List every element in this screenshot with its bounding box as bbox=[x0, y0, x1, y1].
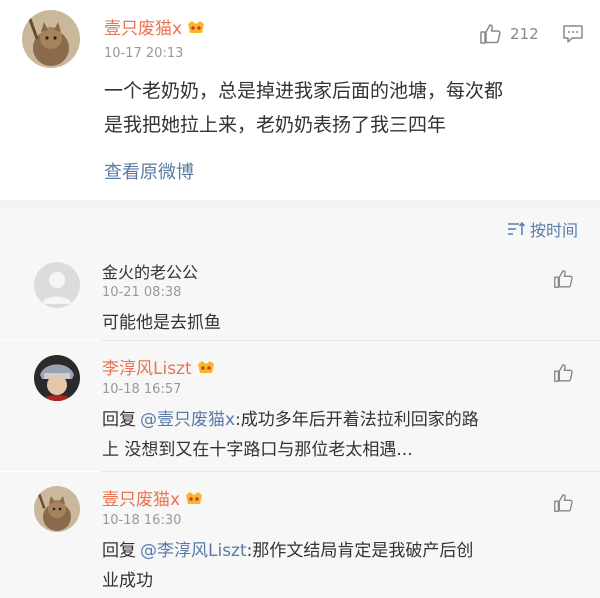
comment-item: 壹只废猫x 10-18 16:30 回复 @李淳风Liszt:那作文结局肯定是我破… bbox=[0, 472, 600, 598]
comment-item: 金火的老公公 10-21 08:38 可能他是去抓鱼 bbox=[0, 248, 600, 340]
sort-label[interactable]: 按时间 bbox=[530, 217, 578, 241]
comment-avatar[interactable] bbox=[34, 486, 80, 532]
post-text-line-2: 是我把她拉上来，老奶奶表扬了我三四年 bbox=[104, 114, 447, 136]
comment-author-name-text[interactable]: 李淳风Liszt bbox=[102, 354, 192, 379]
thumbs-up-icon bbox=[554, 364, 573, 382]
comment-author-name[interactable]: 李淳风Liszt bbox=[102, 354, 216, 379]
comment-avatar[interactable] bbox=[34, 262, 80, 308]
comment-time: 10-18 16:30 bbox=[102, 513, 182, 528]
reply-prefix: 回复 bbox=[102, 541, 136, 561]
post-author-name-text[interactable]: 壹只废猫x bbox=[104, 14, 182, 39]
post-time: 10-17 20:13 bbox=[104, 46, 184, 61]
original-post: 壹只废猫x 10-17 20:13 212 一个老奶奶，总是掉进我家后面的池塘，… bbox=[0, 0, 600, 200]
comment-text: 可能他是去抓鱼 bbox=[102, 313, 221, 333]
vip-badge-icon bbox=[188, 20, 205, 33]
vip-badge-icon bbox=[197, 360, 214, 373]
post-comment-button[interactable] bbox=[562, 24, 584, 48]
comment-text-line-1: 回复 @壹只废猫x:成功多年后开着法拉利回家的路 bbox=[102, 405, 479, 435]
comment-text-rest: :成功多年后开着法拉利回家的路 bbox=[235, 410, 479, 430]
section-separator bbox=[0, 200, 600, 208]
post-author-avatar[interactable] bbox=[22, 10, 80, 68]
comment-author-name[interactable]: 金火的老公公 bbox=[102, 259, 198, 283]
comment-author-name[interactable]: 壹只废猫x bbox=[102, 485, 204, 510]
post-like-count: 212 bbox=[510, 25, 539, 43]
comment-text-line-2: 业成功 bbox=[102, 571, 153, 591]
comment-icon bbox=[563, 25, 583, 43]
comment-text-line-2: 上 没想到又在十字路口与那位老太相遇... bbox=[102, 440, 413, 460]
comment-like-button[interactable] bbox=[552, 362, 574, 388]
sort-bar: 按时间 bbox=[0, 208, 600, 248]
mention-link[interactable]: @李淳风Liszt bbox=[140, 541, 247, 561]
thumbs-up-icon bbox=[554, 494, 573, 512]
thumbs-up-icon bbox=[554, 270, 573, 288]
comment-avatar[interactable] bbox=[34, 355, 80, 401]
comment-like-button[interactable] bbox=[552, 268, 574, 294]
comment-author-name-text[interactable]: 壹只废猫x bbox=[102, 485, 180, 510]
thumbs-up-icon bbox=[480, 24, 501, 44]
comment-like-button[interactable] bbox=[552, 492, 574, 518]
reply-prefix: 回复 bbox=[102, 410, 136, 430]
comment-time: 10-21 08:38 bbox=[102, 285, 182, 300]
comment-text-line-1: 回复 @李淳风Liszt:那作文结局肯定是我破产后创 bbox=[102, 536, 473, 566]
vip-badge-icon bbox=[186, 491, 203, 504]
comment-text-rest: :那作文结局肯定是我破产后创 bbox=[246, 541, 474, 561]
post-author-name[interactable]: 壹只废猫x bbox=[104, 14, 206, 39]
view-original-link[interactable]: 查看原微博 bbox=[104, 158, 194, 184]
mention-link[interactable]: @壹只废猫x bbox=[140, 410, 235, 430]
sort-icon bbox=[507, 221, 525, 235]
post-text-line-1: 一个老奶奶，总是掉进我家后面的池塘，每次都 bbox=[104, 80, 504, 102]
comment-item: 李淳风Liszt 10-18 16:57 回复 @壹只废猫x:成功多年后开着法拉利… bbox=[0, 341, 600, 471]
comment-author-name-text[interactable]: 金火的老公公 bbox=[102, 259, 198, 283]
sort-by-time-button[interactable]: 按时间 bbox=[507, 217, 578, 241]
post-like-button[interactable]: 212 bbox=[478, 22, 539, 46]
comment-time: 10-18 16:57 bbox=[102, 382, 182, 397]
